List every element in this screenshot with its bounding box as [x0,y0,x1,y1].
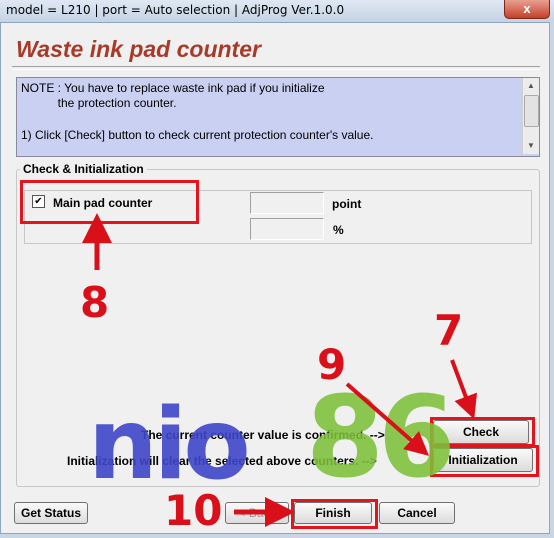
arrow-9-icon [345,382,430,456]
annotation-arrows [82,213,478,527]
arrow-7-icon [450,359,478,420]
